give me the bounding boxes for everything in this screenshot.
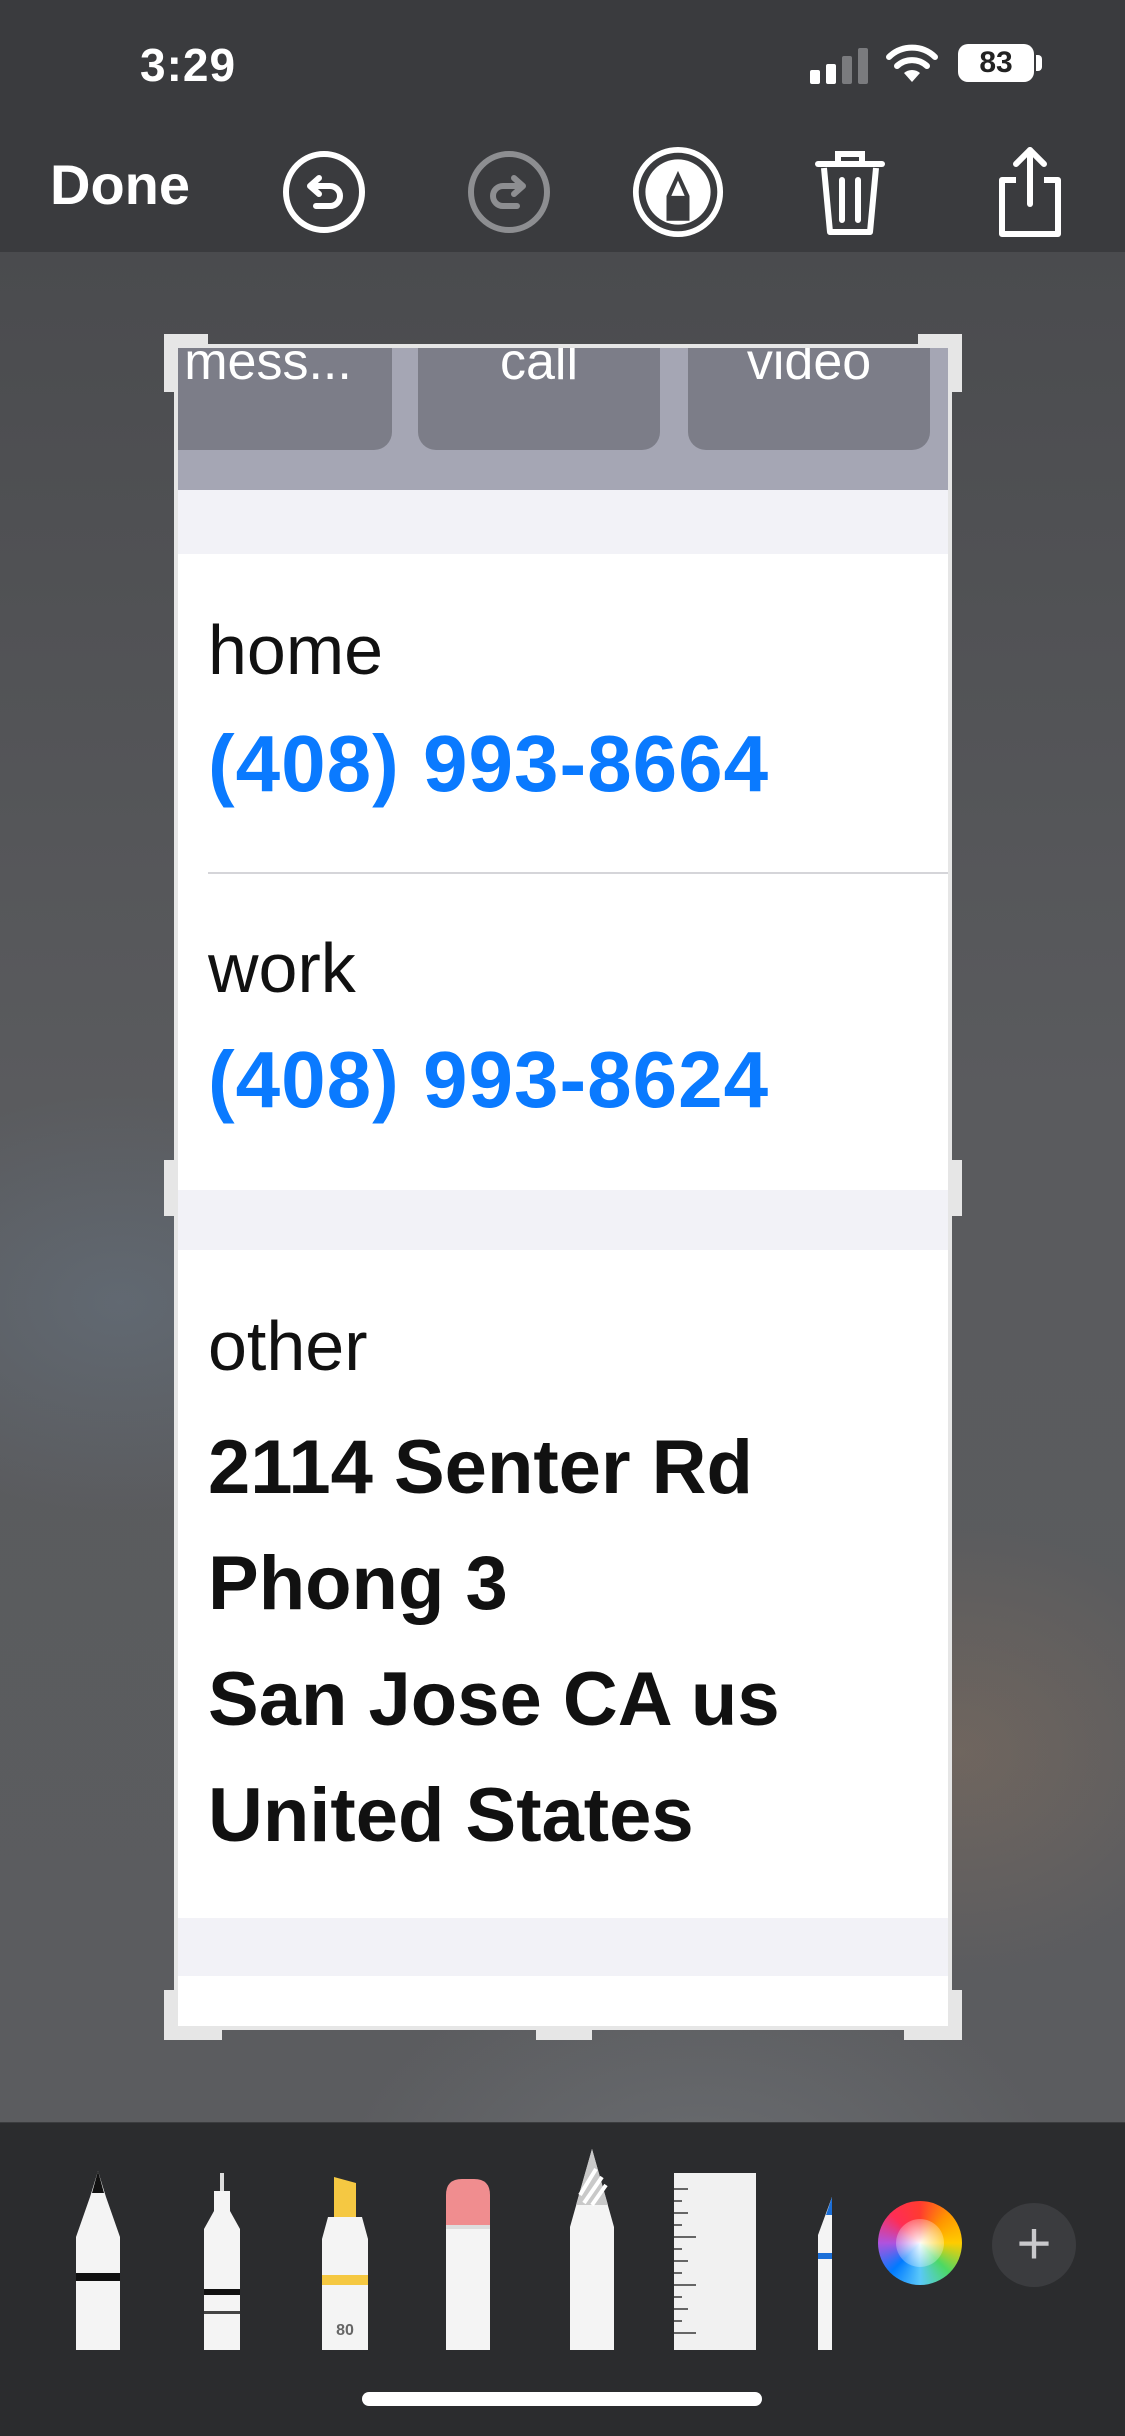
crop-handle-left[interactable] [164,1160,174,1216]
highlighter-width-label: 80 [336,2322,354,2339]
crop-handle-bottom[interactable] [536,2030,592,2040]
trash-icon[interactable] [804,146,896,238]
done-button[interactable]: Done [50,152,190,217]
work-phone-label: work [208,929,356,1007]
crop-handle-bottom-left[interactable] [164,2030,222,2040]
work-phone-number[interactable]: (408) 993-8624 [208,1034,769,1126]
crop-handle-right[interactable] [952,1160,962,1216]
address-card: other 2114 Senter Rd Phong 3 San Jose CA… [174,1250,952,1918]
crop-handle-top-right-vertical[interactable] [952,334,962,392]
crop-handle-top-left-vertical[interactable] [164,334,174,392]
lasso-tool-icon[interactable] [566,2147,618,2351]
wifi-icon [886,44,938,82]
home-phone-number[interactable]: (408) 993-8664 [208,718,769,810]
markup-toolbar: Done [0,130,1125,252]
add-tool-button[interactable]: + [992,2203,1076,2287]
monoline-tool-icon[interactable] [196,2171,248,2351]
status-bar: 3:29 83 [0,0,1125,130]
home-phone-label: home [208,611,384,689]
address-line[interactable]: 2114 Senter Rd [208,1410,753,1526]
share-icon[interactable] [984,146,1076,238]
battery-icon: 83 [958,44,1034,82]
call-action-button[interactable]: call [418,344,660,450]
address-line[interactable]: United States [208,1758,694,1874]
markup-pen-icon[interactable] [632,146,724,238]
address-label: other [208,1307,368,1385]
ruler-tool-icon[interactable] [674,2173,756,2351]
redo-icon[interactable] [463,146,555,238]
contact-action-row: mess... call video [174,344,952,490]
next-card [174,1976,952,2030]
video-action-label: video [746,344,872,391]
status-time: 3:29 [140,39,237,91]
address-line[interactable]: San Jose CA us [208,1642,780,1758]
home-indicator[interactable] [362,2392,762,2406]
color-picker-icon[interactable] [878,2201,962,2285]
video-action-button[interactable]: video [688,344,930,450]
markup-tools-tray: 80 + [0,2122,1125,2351]
eraser-tool-icon[interactable] [442,2177,494,2351]
cellular-signal-icon [810,48,868,84]
pencil-tool-icon[interactable] [810,2195,834,2351]
battery-level: 83 [979,46,1013,79]
highlighter-tool-icon[interactable]: 80 [318,2175,372,2351]
undo-icon[interactable] [278,146,370,238]
pen-tool-icon[interactable] [72,2167,124,2351]
phone-numbers-card: home (408) 993-8664 work (408) 993-8624 [174,554,952,1190]
divider [208,872,952,874]
call-action-label: call [499,344,579,391]
battery-tip [1036,55,1042,71]
message-action-label: mess... [184,344,352,391]
crop-handle-bottom-right[interactable] [904,2030,962,2040]
address-line[interactable]: Phong 3 [208,1526,508,1642]
message-action-button[interactable]: mess... [174,344,392,450]
screenshot-preview[interactable]: mess... call video home (408) 993-8664 w… [174,344,952,2030]
